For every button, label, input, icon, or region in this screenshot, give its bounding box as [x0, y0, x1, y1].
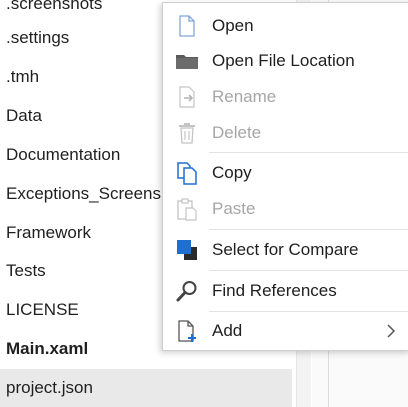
copy-icon: [175, 161, 199, 185]
menu-item-open-file-location-label: Open File Location: [212, 51, 355, 70]
rename-icon: [175, 85, 199, 109]
add-document-icon: [175, 319, 199, 343]
menu-separator: [209, 229, 408, 230]
paste-icon: [175, 197, 199, 221]
menu-item-open[interactable]: Open: [163, 8, 408, 44]
menu-item-copy[interactable]: Copy: [163, 155, 408, 191]
trash-icon: [175, 121, 199, 145]
context-menu: Open Open File Location Rename Delete Co…: [162, 2, 408, 351]
document-icon: [175, 14, 199, 38]
menu-separator: [209, 152, 408, 153]
menu-separator: [209, 311, 408, 312]
menu-item-copy-label: Copy: [212, 163, 252, 182]
menu-item-delete-label: Delete: [212, 123, 262, 142]
search-icon: [175, 279, 199, 303]
menu-item-find-references[interactable]: Find References: [163, 273, 408, 309]
menu-separator: [209, 270, 408, 271]
menu-item-select-for-compare[interactable]: Select for Compare: [163, 232, 408, 268]
menu-item-select-for-compare-label: Select for Compare: [212, 240, 359, 259]
menu-item-paste-label: Paste: [212, 199, 256, 218]
menu-item-paste[interactable]: Paste: [163, 191, 408, 227]
menu-item-add[interactable]: Add: [163, 313, 408, 349]
chevron-right-icon: [383, 322, 399, 340]
folder-icon: [175, 49, 199, 73]
menu-item-find-references-label: Find References: [212, 281, 337, 300]
menu-item-rename[interactable]: Rename: [163, 79, 408, 115]
menu-item-rename-label: Rename: [212, 87, 277, 106]
menu-item-open-label: Open: [212, 16, 254, 35]
menu-item-add-label: Add: [212, 321, 243, 340]
compare-icon: [175, 238, 199, 262]
tree-item-project-json[interactable]: project.json: [0, 369, 292, 407]
menu-item-delete[interactable]: Delete: [163, 115, 408, 151]
menu-item-open-file-location[interactable]: Open File Location: [163, 43, 408, 79]
